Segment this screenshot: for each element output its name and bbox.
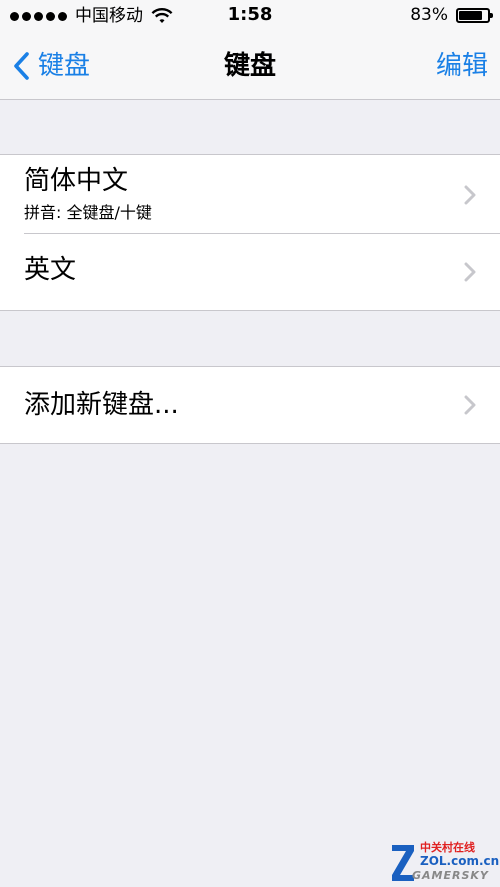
keyboard-title: 英文 [24,255,77,285]
status-right: 83% [410,4,493,26]
battery-fill [459,10,482,20]
add-keyboard-label: 添加新键盘... [24,390,179,420]
watermark-middle-text: ZOL.com.cn [420,854,500,868]
navigation-bar: 键盘 键盘 编辑 [0,32,500,100]
keyboard-row-simplified-chinese[interactable]: 简体中文 拼音: 全键盘/十键 [0,155,500,233]
page-title: 键盘 [223,51,276,81]
keyboard-title: 简体中文 [24,166,129,196]
battery-icon [456,7,493,23]
add-keyboard-row[interactable]: 添加新键盘... [0,367,500,443]
chevron-right-icon [464,395,476,415]
chevron-right-icon [464,185,476,205]
watermark-top-text: 中关村在线 [420,841,475,854]
keyboard-subtitle: 拼音: 全键盘/十键 [24,203,152,222]
keyboard-list: 简体中文 拼音: 全键盘/十键 英文 [0,154,500,311]
chevron-right-icon [464,262,476,282]
edit-button[interactable]: 编辑 [436,51,488,81]
watermark-bottom-text: GAMERSKY [412,869,489,882]
zol-watermark: 中关村在线 ZOL.com.cn GAMERSKY [390,837,499,885]
status-bar: 中国移动 1:58 83% [0,0,500,32]
battery-percent: 83% [410,5,448,25]
add-keyboard-group: 添加新键盘... [0,366,500,444]
keyboard-row-english[interactable]: 英文 [0,233,500,310]
